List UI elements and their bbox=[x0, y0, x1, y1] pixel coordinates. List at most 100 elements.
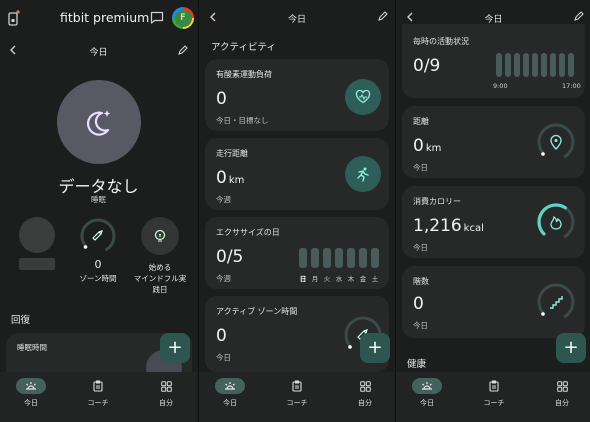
day-bar bbox=[311, 248, 319, 268]
grid-icon bbox=[547, 378, 577, 394]
azm-title: アクティブ ゾーン時間 bbox=[216, 307, 298, 316]
running-title: 走行距離 bbox=[216, 149, 248, 158]
nav-you[interactable]: 自分 bbox=[538, 378, 586, 408]
calories-value: 1,216 bbox=[413, 216, 462, 236]
app-title: fitbit premium bbox=[60, 10, 150, 25]
placeholder-circle bbox=[19, 217, 55, 253]
sleep-label: 睡眠 bbox=[91, 195, 106, 204]
day-bar bbox=[347, 248, 355, 268]
calories-title: 消費カロリー bbox=[413, 197, 461, 206]
bottom-nav: 今日 コーチ 自分 bbox=[0, 372, 197, 422]
add-button[interactable]: + bbox=[160, 333, 190, 363]
nav-coach-label: コーチ bbox=[286, 399, 308, 407]
day-bar bbox=[299, 248, 307, 268]
hourly-activity-card[interactable]: 毎時の活動状況 0/9 9:00 17:00 bbox=[402, 24, 585, 98]
mindful-label-1: 始める bbox=[148, 263, 172, 272]
sleep-time-title: 睡眠時間 bbox=[17, 343, 47, 352]
moon-icon bbox=[87, 110, 111, 136]
today-panel-main: fitbit premium F 今日 データなし 睡眠 0 ゾーン時間 始める bbox=[0, 0, 197, 422]
bottom-nav: 今日 コーチ 自分 bbox=[396, 372, 590, 422]
nav-today-label: 今日 bbox=[24, 399, 38, 407]
day-label-sun: 日 bbox=[299, 275, 307, 283]
exercise-days-card[interactable]: エクササイズの日 0/5 今週 日 月 火 水 木 金 土 bbox=[205, 217, 389, 289]
hourly-title: 毎時の活動状況 bbox=[413, 37, 469, 46]
nav-coach[interactable]: コーチ bbox=[470, 378, 518, 408]
hour-bar bbox=[496, 53, 502, 77]
avatar-letter: F bbox=[174, 9, 192, 27]
exercise-value: 0/5 bbox=[216, 247, 244, 267]
nav-you[interactable]: 自分 bbox=[142, 378, 190, 408]
clipboard-icon bbox=[282, 378, 312, 394]
nav-coach[interactable]: コーチ bbox=[74, 378, 122, 408]
running-distance-card[interactable]: 走行距離 0 km 今週 bbox=[205, 138, 389, 210]
nav-today[interactable]: 今日 bbox=[206, 378, 254, 408]
edit-icon[interactable] bbox=[573, 11, 584, 22]
distance-title: 距離 bbox=[413, 117, 429, 126]
day-bar bbox=[323, 248, 331, 268]
sleep-circle[interactable] bbox=[57, 80, 141, 164]
floors-sub: 今日 bbox=[413, 321, 428, 330]
zone-value: 0 bbox=[94, 258, 102, 271]
day-bar bbox=[371, 248, 379, 268]
clipboard-icon bbox=[83, 378, 113, 394]
add-button[interactable]: + bbox=[556, 333, 586, 363]
calories-unit: kcal bbox=[463, 223, 484, 234]
mindful-label-3: 践日 bbox=[152, 285, 168, 294]
floors-card[interactable]: 階数 0 今日 bbox=[402, 266, 585, 338]
distance-ring bbox=[536, 122, 576, 162]
health-heading: 健康 bbox=[407, 359, 427, 370]
running-sub: 今週 bbox=[216, 195, 231, 204]
running-unit: km bbox=[228, 175, 245, 186]
nav-coach-label: コーチ bbox=[483, 399, 505, 407]
day-bar bbox=[359, 248, 367, 268]
aerobic-title: 有酸素運動負荷 bbox=[216, 70, 272, 79]
chat-icon[interactable] bbox=[150, 11, 164, 24]
zone-ring[interactable] bbox=[79, 217, 117, 255]
day-label-thu: 木 bbox=[347, 275, 355, 283]
placeholder-bar bbox=[19, 258, 55, 270]
day-label-tue: 火 bbox=[323, 275, 331, 283]
nav-you-label: 自分 bbox=[159, 399, 173, 407]
heart-icon bbox=[355, 90, 371, 104]
nav-today[interactable]: 今日 bbox=[7, 378, 55, 408]
nav-today-label: 今日 bbox=[420, 399, 434, 407]
runner-chip bbox=[345, 156, 381, 192]
calories-ring bbox=[536, 202, 576, 242]
nav-today[interactable]: 今日 bbox=[403, 378, 451, 408]
nav-coach[interactable]: コーチ bbox=[273, 378, 321, 408]
grid-icon bbox=[350, 378, 380, 394]
today-icon bbox=[215, 378, 245, 394]
edit-icon[interactable] bbox=[177, 45, 188, 56]
nav-you[interactable]: 自分 bbox=[341, 378, 389, 408]
calories-card[interactable]: 消費カロリー 1,216 kcal 今日 bbox=[402, 186, 585, 258]
nav-you-label: 自分 bbox=[555, 399, 569, 407]
stats-panel: 今日 毎時の活動状況 0/9 9:00 17:00 距離 0 km 今日 消費カ… bbox=[395, 0, 590, 422]
date-title: 今日 bbox=[89, 48, 108, 58]
distance-sub: 今日 bbox=[413, 163, 428, 172]
running-value: 0 bbox=[216, 168, 227, 188]
day-label-wed: 水 bbox=[335, 275, 343, 283]
mindful-label-2: マインドフル実 bbox=[133, 274, 187, 283]
nav-coach-label: コーチ bbox=[87, 399, 109, 407]
today-icon bbox=[412, 378, 442, 394]
zone-label: ゾーン時間 bbox=[79, 274, 117, 283]
clipboard-icon bbox=[479, 378, 509, 394]
avatar[interactable]: F bbox=[172, 7, 194, 29]
hourly-start-time: 9:00 bbox=[493, 82, 508, 90]
device-icon[interactable] bbox=[8, 10, 20, 26]
hour-bar bbox=[559, 53, 565, 77]
distance-card[interactable]: 距離 0 km 今日 bbox=[402, 106, 585, 178]
hour-bar bbox=[550, 53, 556, 77]
today-icon bbox=[16, 378, 46, 394]
runner-icon bbox=[357, 167, 369, 182]
azm-sub: 今日 bbox=[216, 353, 231, 362]
exercise-sub: 今週 bbox=[216, 274, 231, 283]
aerobic-load-card[interactable]: 有酸素運動負荷 0 今日・目標なし bbox=[205, 59, 389, 131]
date-title: 今日 bbox=[287, 15, 306, 25]
edit-icon[interactable] bbox=[377, 11, 388, 22]
mindfulness-button[interactable] bbox=[141, 217, 179, 255]
floors-ring bbox=[536, 282, 576, 322]
floors-title: 階数 bbox=[413, 277, 429, 286]
mindfulness-icon bbox=[154, 229, 166, 242]
add-button[interactable]: + bbox=[360, 333, 390, 363]
